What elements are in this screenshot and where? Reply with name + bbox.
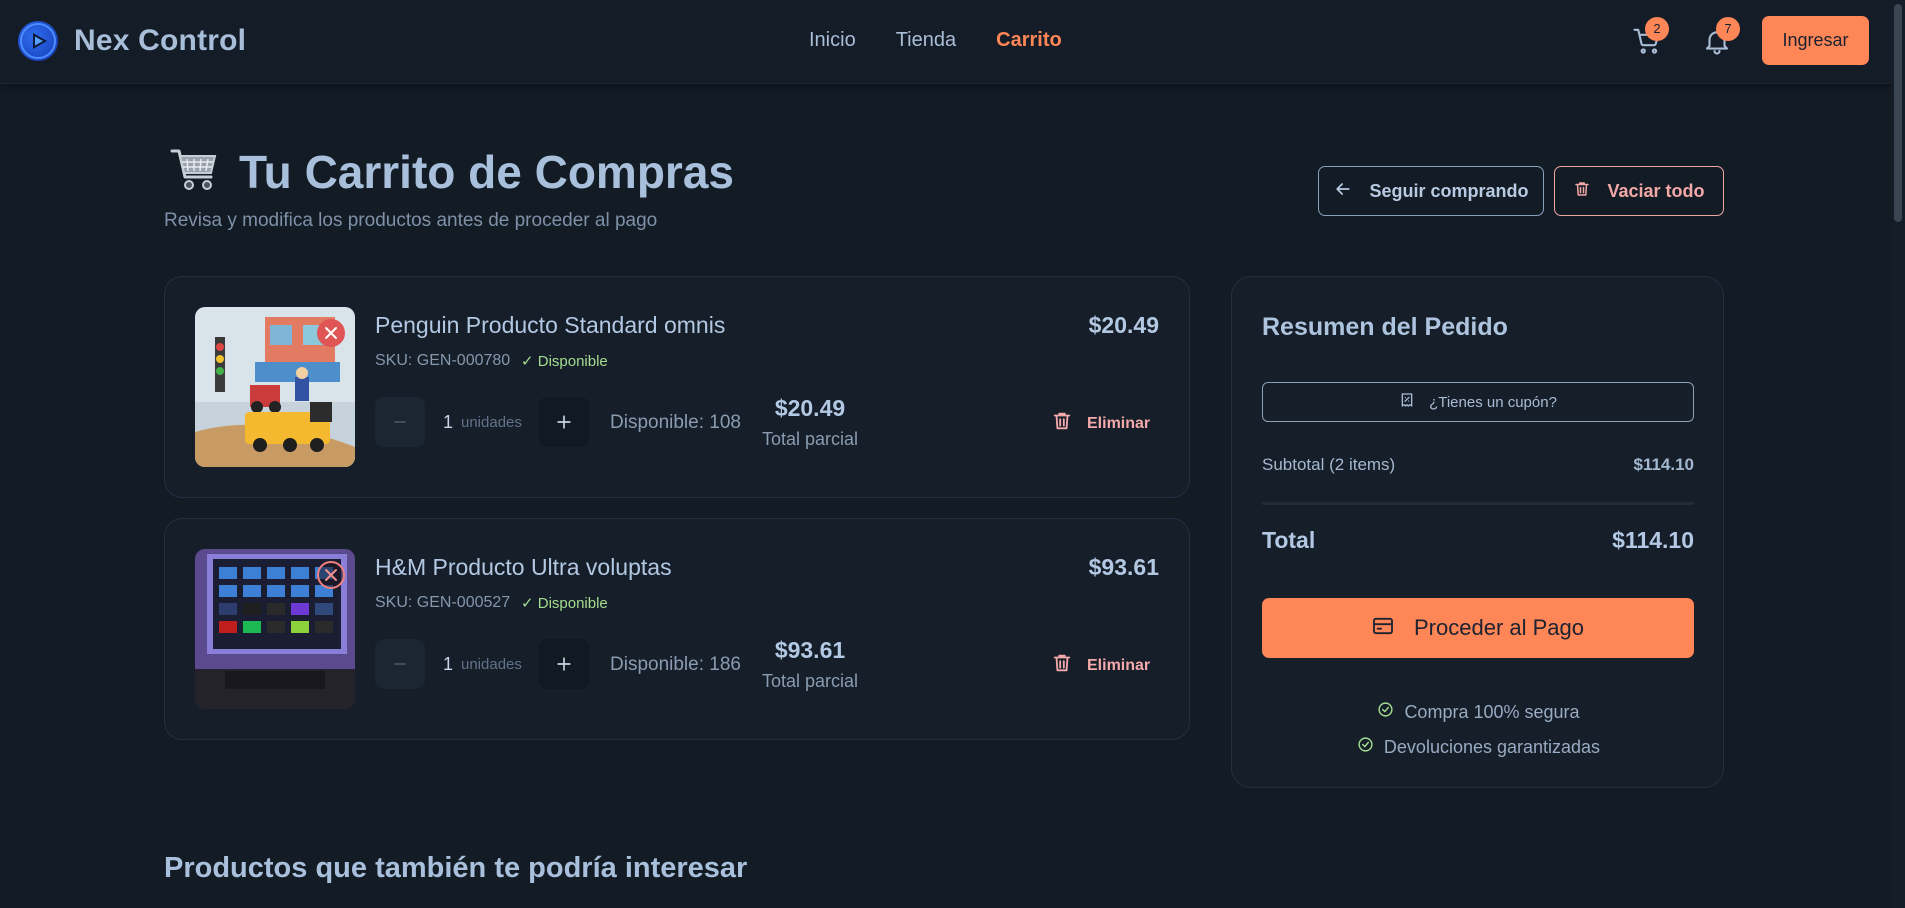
product-image[interactable]	[195, 307, 355, 467]
cart-count-badge: 2	[1645, 17, 1669, 41]
check-circle-icon	[1377, 701, 1394, 723]
product-sku: SKU: GEN-000527	[375, 594, 511, 611]
top-navbar: Nex Control Inicio Tienda Carrito 2 7 In…	[0, 0, 1905, 84]
trash-icon	[1051, 651, 1073, 680]
remove-item-label: Eliminar	[1087, 656, 1151, 674]
summary-subtotal-label: Subtotal (2 items)	[1262, 455, 1396, 474]
arrow-left-icon	[1333, 179, 1353, 204]
remove-image-button[interactable]	[317, 319, 345, 347]
credit-card-icon	[1372, 615, 1394, 641]
availability-badge: ✓ Disponible	[521, 595, 608, 612]
page-subtitle: Revisa y modifica los productos antes de…	[164, 210, 658, 231]
scrollbar[interactable]	[1891, 0, 1905, 908]
quantity-decrease-button[interactable]	[375, 397, 425, 447]
coupon-icon	[1399, 391, 1415, 413]
related-products-title: Productos que también te podría interesa…	[164, 852, 748, 884]
nav-inicio[interactable]: Inicio	[809, 29, 856, 52]
item-subtotal-label: Total parcial	[761, 671, 859, 691]
summary-divider	[1262, 502, 1694, 505]
summary-total-value: $114.10	[1612, 527, 1694, 553]
item-subtotal: $93.61	[774, 637, 846, 663]
summary-subtotal-value: $114.10	[1633, 455, 1694, 474]
keep-shopping-button[interactable]: Seguir comprando	[1318, 166, 1544, 216]
trash-icon	[1573, 179, 1591, 204]
login-button[interactable]: Ingresar	[1762, 16, 1869, 65]
product-image[interactable]	[195, 549, 355, 709]
brand-name: Nex Control	[74, 24, 247, 57]
page-heading: Tu Carrito de Compras	[239, 146, 734, 198]
summary-title: Resumen del Pedido	[1262, 313, 1508, 341]
nav-tienda[interactable]: Tienda	[896, 29, 956, 52]
availability-badge: ✓ Disponible	[521, 353, 608, 370]
quantity-increase-button[interactable]	[539, 397, 589, 447]
product-price: $93.61	[1088, 554, 1159, 580]
summary-subtotal-row: Subtotal (2 items) $114.10	[1262, 455, 1694, 475]
item-subtotal: $20.49	[774, 395, 846, 421]
main-nav: Inicio Tienda Carrito	[809, 29, 1062, 52]
nav-carrito[interactable]: Carrito	[996, 29, 1062, 52]
empty-cart-button[interactable]: Vaciar todo	[1554, 166, 1724, 216]
keep-shopping-label: Seguir comprando	[1369, 180, 1529, 201]
quantity-value: 1	[443, 412, 454, 432]
coupon-button[interactable]: ¿Tienes un cupón?	[1262, 382, 1694, 422]
item-subtotal-label: Total parcial	[761, 429, 859, 449]
product-price: $20.49	[1088, 312, 1159, 338]
quantity-increase-button[interactable]	[539, 639, 589, 689]
quantity-value: 1	[443, 654, 454, 674]
secure-purchase-label: Compra 100% segura	[1404, 701, 1580, 722]
remove-item-label: Eliminar	[1087, 414, 1151, 432]
brand-logo-icon	[18, 21, 58, 61]
remove-image-button[interactable]	[317, 561, 345, 589]
trash-icon	[1051, 409, 1073, 438]
cart-item: H&M Producto Ultra voluptas $93.61 SKU: …	[164, 518, 1190, 740]
quantity-unit: unidades	[461, 414, 522, 431]
stock-available: Disponible: 186	[610, 654, 741, 675]
quantity-decrease-button[interactable]	[375, 639, 425, 689]
cart-item: Penguin Producto Standard omnis $20.49 S…	[164, 276, 1190, 498]
notification-count-badge: 7	[1716, 17, 1740, 41]
remove-item-button[interactable]: Eliminar	[1051, 409, 1150, 438]
quantity-unit: unidades	[461, 656, 522, 673]
summary-total-row: Total $114.10	[1262, 527, 1694, 554]
product-name[interactable]: Penguin Producto Standard omnis	[375, 312, 725, 339]
check-circle-icon	[1357, 736, 1374, 758]
returns-note: Devoluciones garantizadas	[1232, 736, 1725, 758]
secure-purchase-note: Compra 100% segura	[1232, 701, 1725, 723]
checkout-label: Proceder al Pago	[1414, 615, 1584, 640]
checkout-button[interactable]: Proceder al Pago	[1262, 598, 1694, 658]
stock-available: Disponible: 108	[610, 412, 741, 433]
product-name[interactable]: H&M Producto Ultra voluptas	[375, 554, 672, 581]
order-summary: Resumen del Pedido ¿Tienes un cupón? Sub…	[1231, 276, 1724, 788]
summary-total-label: Total	[1262, 527, 1316, 553]
product-sku: SKU: GEN-000780	[375, 352, 511, 369]
empty-cart-label: Vaciar todo	[1607, 180, 1705, 201]
returns-label: Devoluciones garantizadas	[1383, 736, 1601, 757]
scrollbar-thumb[interactable]	[1894, 4, 1902, 222]
remove-item-button[interactable]: Eliminar	[1051, 651, 1150, 680]
coupon-label: ¿Tienes un cupón?	[1429, 393, 1557, 411]
shopping-cart-icon	[169, 147, 219, 198]
page-title: Tu Carrito de Compras	[169, 145, 734, 199]
brand-link[interactable]: Nex Control	[18, 21, 246, 61]
